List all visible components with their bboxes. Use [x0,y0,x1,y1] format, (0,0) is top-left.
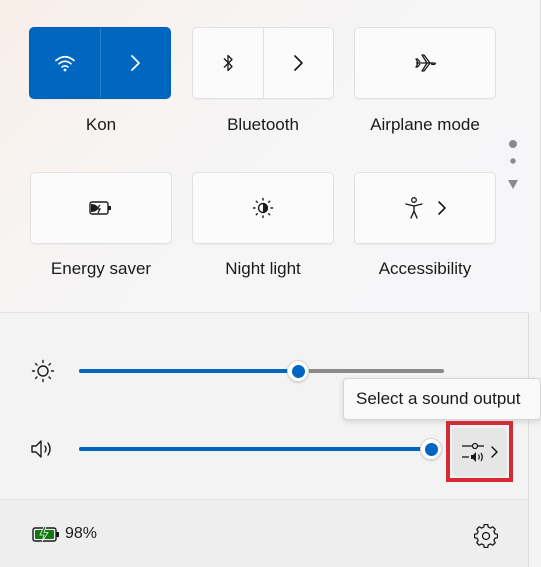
airplane-mode-tile-label: Airplane mode [370,115,480,134]
energy-saver-tile-label: Energy saver [50,259,152,278]
wifi-tile [29,27,171,99]
chevron-right-icon [129,54,141,72]
bluetooth-devices-button[interactable] [264,28,334,98]
wifi-tile-label: Kon [85,115,117,134]
panel-edge [528,313,541,567]
bluetooth-toggle-button[interactable] [193,28,263,98]
wifi-icon [54,54,76,72]
brightness-icon [31,359,55,383]
energy-saver-icon [88,199,114,217]
chevron-right-icon [437,200,447,216]
page-down-arrow [508,180,518,189]
bluetooth-tile [192,27,334,99]
brightness-track-fill [79,369,298,373]
bluetooth-tile-label: Bluetooth [227,115,299,134]
gear-icon [474,524,498,548]
page-dot-current [509,140,517,148]
battery-percent: 98% [65,525,98,542]
night-light-icon [252,197,274,219]
wifi-networks-button[interactable] [101,28,171,98]
settings-button[interactable] [474,524,498,548]
speaker-icon[interactable] [30,438,56,460]
battery-charging-icon [32,526,60,542]
airplane-mode-tile[interactable] [354,27,496,99]
page-dot [510,158,516,164]
page-indicator [507,138,519,199]
battery-status[interactable]: 98% [32,525,97,543]
bluetooth-icon [221,53,235,73]
sound-output-icon [460,440,486,464]
night-light-tile-label: Night light [225,259,301,278]
wifi-toggle-button[interactable] [30,28,100,98]
night-light-tile[interactable] [192,172,334,244]
chevron-right-icon [292,54,304,72]
airplane-icon [413,52,437,74]
accessibility-icon [403,196,425,220]
chevron-right-icon [490,445,499,459]
select-sound-output-button[interactable] [452,427,507,476]
sound-output-tooltip: Select a sound output [343,378,541,420]
energy-saver-tile[interactable] [30,172,172,244]
accessibility-tile[interactable] [354,172,496,244]
accessibility-tile-label: Accessibility [378,259,472,278]
volume-track-fill [79,447,431,451]
brightness-slider-thumb[interactable] [287,360,309,382]
sound-output-highlight [446,421,513,482]
volume-slider-thumb[interactable] [420,438,442,460]
